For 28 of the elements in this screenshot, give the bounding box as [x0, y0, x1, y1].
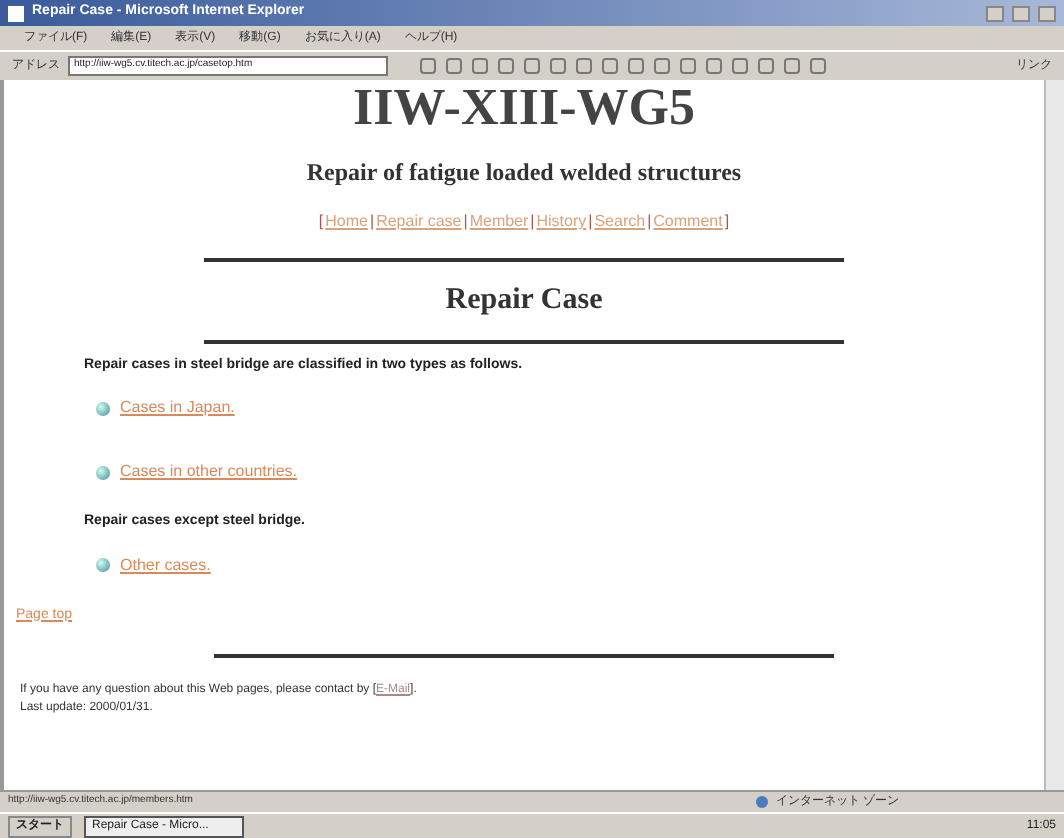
- nav-separator: |: [530, 210, 535, 234]
- bullet-icon: [96, 465, 110, 479]
- nav-link[interactable]: Search: [594, 210, 646, 234]
- minimize-button[interactable]: [986, 5, 1004, 21]
- bullet-icon: [96, 558, 110, 572]
- close-button[interactable]: [1038, 5, 1056, 21]
- nav-separator: |: [588, 210, 593, 234]
- case-link[interactable]: Other cases.: [120, 553, 211, 577]
- browser-icon: [8, 5, 24, 21]
- bullet-icon: [96, 401, 110, 415]
- case-link[interactable]: Cases in other countries.: [120, 460, 297, 484]
- globe-icon: [756, 796, 768, 808]
- case-link[interactable]: Cases in Japan.: [120, 396, 235, 420]
- nav-link[interactable]: Comment: [653, 210, 723, 234]
- nav-separator: ]: [724, 210, 730, 234]
- nav-link[interactable]: Member: [469, 210, 529, 234]
- nav-separator: |: [647, 210, 652, 234]
- page-subtitle: Repair of fatigue loaded welded structures: [306, 156, 742, 190]
- section-title: Repair Case: [445, 282, 603, 320]
- maximize-button[interactable]: [1012, 5, 1030, 21]
- page-heading: IIW-XIII-WG5: [353, 82, 695, 134]
- nav-separator: [: [318, 210, 324, 234]
- nav-link[interactable]: Home: [325, 210, 368, 234]
- nav-link[interactable]: History: [536, 210, 587, 234]
- nav-separator: |: [463, 210, 468, 234]
- nav-link[interactable]: Repair case: [376, 210, 462, 234]
- nav-separator: |: [369, 210, 375, 234]
- toolbar-icons-drawing[interactable]: [420, 58, 826, 74]
